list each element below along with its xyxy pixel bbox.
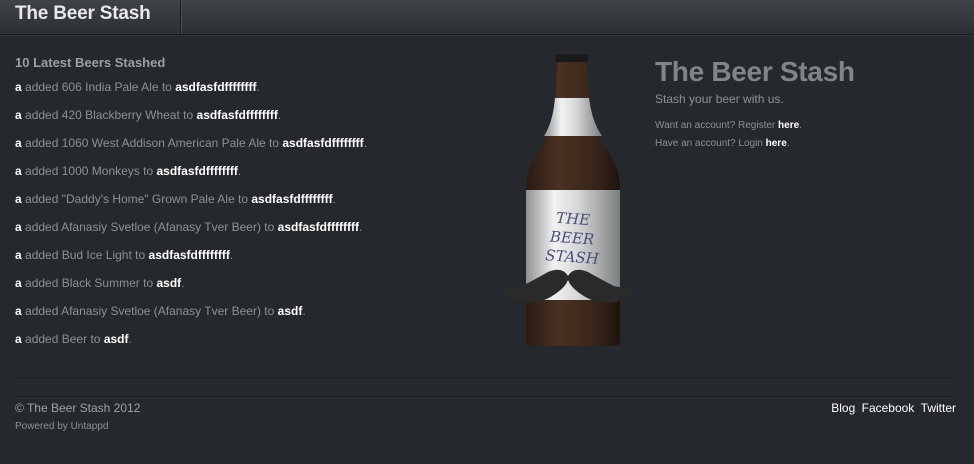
user-link[interactable]: a [15,192,22,206]
divider [15,396,956,398]
stash-link[interactable]: asdfasfdffffffff [157,164,238,178]
footer-copyright: © The Beer Stash 2012 [15,401,141,415]
list-item: a added Black Summer to asdf. [15,276,185,290]
list-item: a added Bud Ice Light to asdfasfdfffffff… [15,248,234,262]
stash-link[interactable]: asdfasfdffffffff [251,192,332,206]
list-item: a added "Daddy's Home" Grown Pale Ale to… [15,192,337,206]
user-link[interactable]: a [15,248,22,262]
list-item: a added 1000 Monkeys to asdfasfdffffffff… [15,164,242,178]
stash-link[interactable]: asdf [104,332,129,346]
user-link[interactable]: a [15,304,22,318]
register-link[interactable]: here [778,120,799,131]
user-link[interactable]: a [15,136,22,150]
beer-name: Beer [61,332,88,346]
footer-link-blog[interactable]: Blog [831,401,855,415]
list-item: a added Afanasiy Svetloe (Afanasy Tver B… [15,304,306,318]
list-item: a added 606 India Pale Ale to asdfasfdff… [15,80,260,94]
neck-label [544,98,602,136]
hero-title: The Beer Stash [655,56,855,87]
register-line: Want an account? Register here. [655,120,802,131]
beer-name: Bud Ice Light [61,248,132,262]
bottle-label-line-1: THE [555,209,590,229]
beer-name: 420 Blackberry Wheat [61,108,180,122]
user-link[interactable]: a [15,220,22,234]
user-link[interactable]: a [15,164,22,178]
stash-link[interactable]: asdfasfdffffffff [278,220,359,234]
beer-name: 606 India Pale Ale [61,80,159,94]
login-line: Have an account? Login here. [655,138,790,149]
beer-name: Afanasiy Svetloe (Afanasy Tver Beer) [61,220,261,234]
user-link[interactable]: a [15,276,22,290]
list-item: a added 1060 West Addison American Pale … [15,136,368,150]
divider [15,378,956,380]
footer-powered-by: Powered by Untappd [15,421,109,432]
beer-name: "Daddy's Home" Grown Pale Ale [61,192,235,206]
list-item: a added Beer to asdf. [15,332,132,346]
latest-beers-section: 10 Latest Beers Stashed a added 606 Indi… [15,55,485,347]
brand-link[interactable]: The Beer Stash [0,0,181,34]
list-item: a added 420 Blackberry Wheat to asdfasfd… [15,108,282,122]
top-navbar: The Beer Stash [0,0,974,35]
brand-title[interactable]: The Beer Stash [15,3,151,25]
footer-link-facebook[interactable]: Facebook [862,401,915,415]
hero-tagline: Stash your beer with us. [655,92,784,106]
beer-bottle-mustache-logo: THE BEER STASH [503,54,633,346]
hero-section: The Beer Stash Stash your beer with us. … [655,56,955,149]
stash-link[interactable]: asdfasfdffffffff [282,136,363,150]
login-link[interactable]: here [766,138,787,149]
list-item: a added Afanasiy Svetloe (Afanasy Tver B… [15,220,363,234]
beer-name: 1000 Monkeys [61,164,140,178]
user-link[interactable]: a [15,332,22,346]
bottle-label-line-2: BEER [548,227,594,248]
latest-beers-heading: 10 Latest Beers Stashed [15,55,166,70]
user-link[interactable]: a [15,108,22,122]
stash-link[interactable]: asdfasfdffffffff [197,108,278,122]
beer-name: 1060 West Addison American Pale Ale [61,136,266,150]
user-link[interactable]: a [15,80,22,94]
stash-link[interactable]: asdfasfdffffffff [149,248,230,262]
bottle-cap [556,54,588,63]
stash-link[interactable]: asdfasfdffffffff [175,80,256,94]
stash-link[interactable]: asdf [278,304,303,318]
beer-name: Afanasiy Svetloe (Afanasy Tver Beer) [61,304,261,318]
stash-link[interactable]: asdf [156,276,181,290]
bottle-label-line-3: STASH [545,246,601,268]
footer-links: Blog Facebook Twitter [828,401,956,415]
footer-link-twitter[interactable]: Twitter [921,401,956,415]
beer-name: Black Summer [61,276,140,290]
